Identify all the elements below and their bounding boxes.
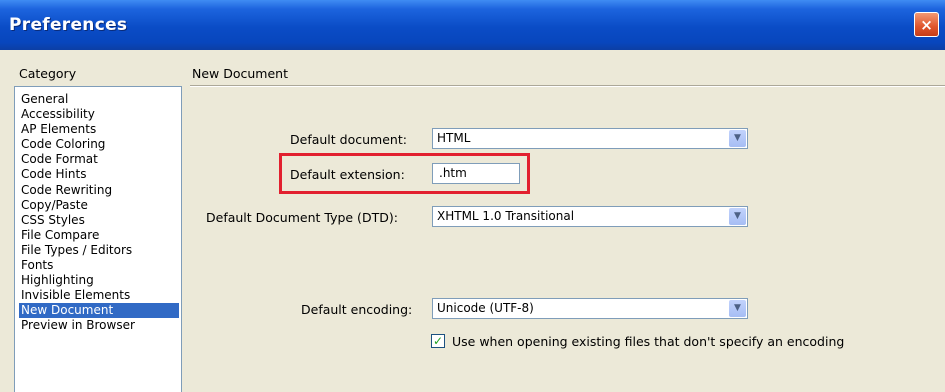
category-list[interactable]: General Accessibility AP Elements Code C… [14,86,182,392]
dialog-title: Preferences [9,15,128,35]
category-item-copy-paste[interactable]: Copy/Paste [19,198,181,213]
category-item-fonts[interactable]: Fonts [19,258,181,273]
panel-title: New Document [192,66,288,81]
default-encoding-label: Default encoding: [301,302,413,317]
category-item-file-compare[interactable]: File Compare [19,228,181,243]
category-item-ap-elements[interactable]: AP Elements [19,122,181,137]
default-extension-input[interactable]: .htm [432,163,520,184]
use-when-opening-checkbox[interactable]: ✓ [431,334,445,348]
category-item-accessibility[interactable]: Accessibility [19,107,181,122]
default-document-value: HTML [437,131,471,145]
category-item-code-hints[interactable]: Code Hints [19,167,181,182]
category-item-file-types-editors[interactable]: File Types / Editors [19,243,181,258]
category-item-highlighting[interactable]: Highlighting [19,273,181,288]
default-document-label: Default document: [290,132,407,147]
preferences-dialog: Preferences × Category General Accessibi… [0,0,945,392]
default-doctype-select[interactable]: XHTML 1.0 Transitional ▼ [432,206,748,227]
category-item-code-rewriting[interactable]: Code Rewriting [19,183,181,198]
default-extension-label: Default extension: [290,167,405,182]
default-encoding-select[interactable]: Unicode (UTF-8) ▼ [432,298,748,319]
chevron-down-icon[interactable]: ▼ [729,130,746,147]
chevron-down-icon[interactable]: ▼ [729,208,746,225]
default-encoding-value: Unicode (UTF-8) [437,301,534,315]
category-item-new-document[interactable]: New Document [19,303,179,319]
category-item-code-format[interactable]: Code Format [19,152,181,167]
default-doctype-value: XHTML 1.0 Transitional [437,209,575,223]
checkmark-icon: ✓ [432,334,444,348]
use-when-opening-label[interactable]: Use when opening existing files that don… [452,334,844,349]
category-item-preview-in-browser[interactable]: Preview in Browser [19,318,181,333]
category-item-code-coloring[interactable]: Code Coloring [19,137,181,152]
close-button[interactable]: × [914,12,939,37]
category-item-invisible-elements[interactable]: Invisible Elements [19,288,181,303]
title-bar[interactable]: Preferences × [0,0,945,50]
chevron-down-icon[interactable]: ▼ [729,300,746,317]
close-icon: × [920,15,933,34]
default-document-select[interactable]: HTML ▼ [432,128,748,149]
category-item-css-styles[interactable]: CSS Styles [19,213,181,228]
default-doctype-label: Default Document Type (DTD): [206,210,398,225]
category-item-general[interactable]: General [19,92,181,107]
category-label: Category [19,66,77,81]
panel-divider [190,85,945,87]
